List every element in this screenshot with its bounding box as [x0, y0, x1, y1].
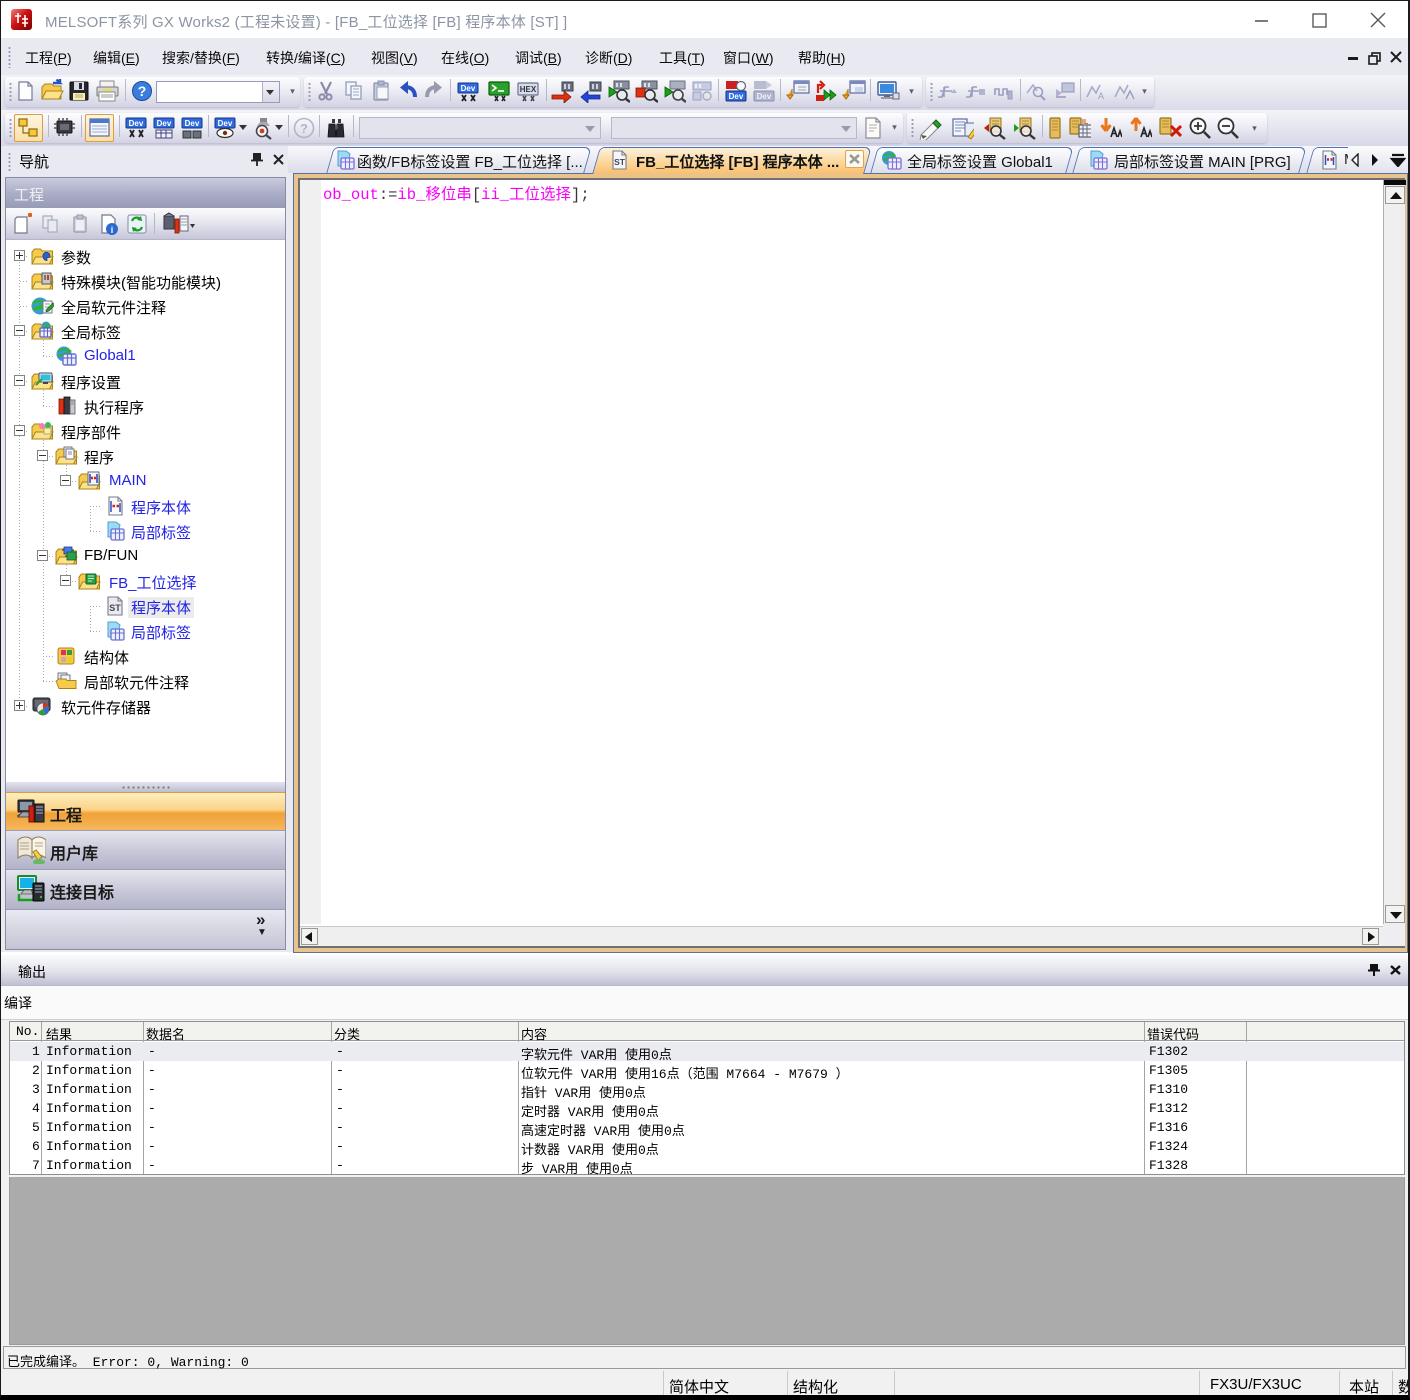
svg-text:HEX: HEX [520, 85, 537, 94]
svg-text:?: ? [138, 83, 147, 99]
svg-text:Dev: Dev [757, 92, 772, 101]
svg-text:ST: ST [109, 603, 121, 613]
svg-text:?: ? [300, 121, 308, 136]
svg-text:Dev: Dev [729, 92, 744, 101]
svg-text:i: i [111, 225, 114, 235]
svg-text:ST: ST [614, 157, 626, 167]
svg-text:Dev: Dev [157, 119, 172, 128]
svg-text:Dev: Dev [129, 119, 144, 128]
svg-text:Dev: Dev [185, 119, 200, 128]
svg-text:Dev: Dev [461, 84, 476, 93]
svg-text:Dev: Dev [218, 119, 233, 128]
svg-text:A: A [1098, 91, 1104, 101]
